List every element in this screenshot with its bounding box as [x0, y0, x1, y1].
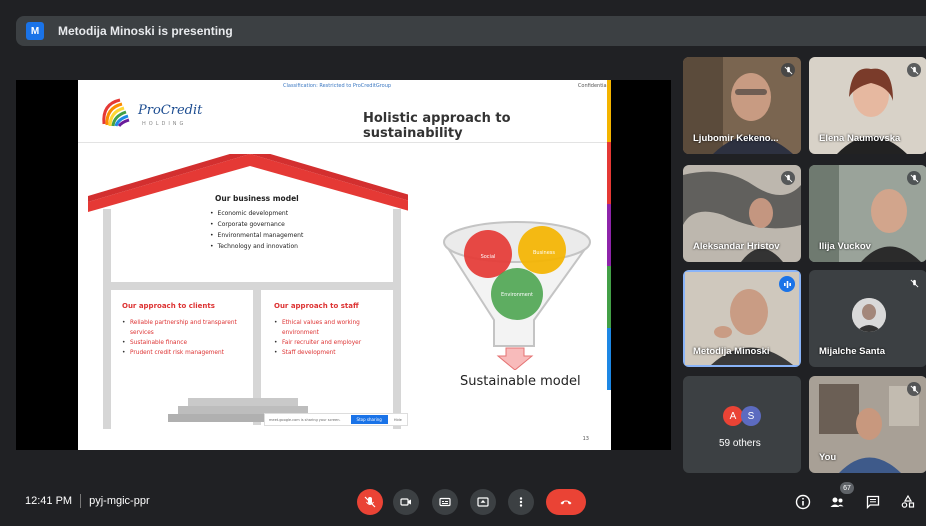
- participant-tile-active[interactable]: Metodija Minoski: [683, 270, 801, 367]
- clients-item: Reliable partnership and transparent ser…: [122, 318, 262, 338]
- meeting-code: pyj-mgic-ppr: [89, 495, 150, 507]
- others-avatars: A S: [723, 406, 761, 426]
- participant-name: You: [819, 452, 837, 463]
- shared-slide: Classification: Restricted to ProCreditG…: [78, 80, 611, 450]
- staff-item: Ethical values and working environment: [274, 318, 384, 338]
- participant-name: Mijalche Santa: [819, 346, 885, 357]
- present-screen-icon: [477, 497, 489, 507]
- funnel-diagram: Social Business Environment Sustainable …: [438, 220, 598, 420]
- circle-environment-label: Environment: [501, 292, 533, 298]
- presenter-title: Metodija Minoski is presenting: [58, 24, 233, 38]
- mic-off-icon: [907, 276, 921, 290]
- funnel-shape: Social Business Environment: [443, 221, 591, 371]
- down-arrow-icon: [496, 347, 534, 371]
- house-diagram: Our business model Economic development …: [88, 154, 408, 434]
- activities-button[interactable]: [899, 493, 917, 511]
- slide-page-number: 13: [582, 436, 589, 442]
- slide-color-bar: [607, 80, 611, 450]
- chat-icon: [866, 495, 880, 510]
- info-icon: [795, 494, 811, 510]
- circle-business-label: Business: [533, 250, 555, 256]
- stop-sharing-button[interactable]: Stop sharing: [350, 415, 388, 424]
- participant-name: Metodija Minoski: [693, 346, 770, 357]
- participant-name: Ilija Vuckov: [819, 241, 871, 252]
- slide-classification: Classification: Restricted to ProCreditG…: [283, 83, 392, 89]
- mic-off-icon: [781, 63, 795, 77]
- others-avatar: A: [723, 406, 743, 426]
- people-button[interactable]: [828, 493, 846, 511]
- procredit-logo: ProCredit HOLDING: [98, 94, 208, 132]
- mic-off-icon: [907, 63, 921, 77]
- staff-item: Fair recruiter and employer: [274, 338, 384, 348]
- presenter-avatar: M: [26, 22, 44, 40]
- clients-block: Our approach to clients Reliable partner…: [122, 302, 262, 358]
- others-count-label: 59 others: [719, 438, 761, 449]
- others-avatar: S: [741, 406, 761, 426]
- mic-toggle-button[interactable]: [357, 489, 383, 515]
- staff-block: Our approach to staff Ethical values and…: [274, 302, 384, 358]
- mic-off-icon: [907, 171, 921, 185]
- slide-confidential: Confidential: [577, 83, 608, 89]
- logo-subtitle: HOLDING: [142, 121, 187, 127]
- info-separator: [80, 494, 82, 508]
- presenter-banner: M Metodija Minoski is presenting: [16, 16, 926, 46]
- logo-name: ProCredit: [138, 103, 203, 118]
- business-model-item: Corporate governance: [210, 219, 368, 230]
- procredit-logo-icon: [102, 98, 130, 127]
- participant-tile[interactable]: Mijalche Santa: [809, 270, 926, 367]
- clients-item: Sustainable finance: [122, 338, 262, 348]
- business-model-title: Our business model: [215, 194, 299, 203]
- participant-name: Ljubomir Kekeno...: [693, 133, 779, 144]
- participant-name: Elena Naumovska: [819, 133, 901, 144]
- clients-title: Our approach to clients: [122, 302, 215, 310]
- participant-tile[interactable]: Elena Naumovska: [809, 57, 926, 154]
- funnel-caption: Sustainable model: [460, 374, 581, 389]
- screen-share-notice: meet.google.com is sharing your screen. …: [264, 413, 408, 426]
- chat-button[interactable]: [864, 493, 882, 511]
- business-model-block: Our business model Economic development …: [128, 194, 368, 252]
- more-options-button[interactable]: [508, 489, 534, 515]
- participant-tile[interactable]: Ljubomir Kekeno...: [683, 57, 801, 154]
- staff-title: Our approach to staff: [274, 302, 359, 310]
- mic-off-icon: [907, 382, 921, 396]
- business-model-item: Economic development: [210, 208, 368, 219]
- slide-divider: [78, 142, 611, 143]
- mic-off-icon: [781, 171, 795, 185]
- clients-item: Prudent credit risk management: [122, 348, 262, 358]
- camera-icon: [400, 498, 411, 506]
- self-tile[interactable]: You: [809, 376, 926, 473]
- business-model-item: Environmental management: [210, 230, 368, 241]
- slide-heading: Holistic approach to sustainability: [363, 111, 511, 141]
- circle-social-label: Social: [481, 254, 496, 260]
- current-time: 12:41 PM: [25, 495, 73, 507]
- meeting-info: 12:41 PM pyj-mgic-ppr: [25, 494, 150, 508]
- presentation-area[interactable]: Classification: Restricted to ProCreditG…: [16, 80, 671, 450]
- participant-tile[interactable]: Ilija Vuckov: [809, 165, 926, 262]
- participant-avatar: [852, 298, 886, 332]
- hang-up-icon: [560, 500, 572, 505]
- captions-icon: [439, 497, 451, 507]
- speaking-indicator-icon: [779, 276, 795, 292]
- leave-call-button[interactable]: [546, 489, 586, 515]
- camera-toggle-button[interactable]: [393, 489, 419, 515]
- staff-item: Staff development: [274, 348, 384, 358]
- activities-icon: [901, 494, 915, 508]
- participant-tile[interactable]: Aleksandar Hristov: [683, 165, 801, 262]
- captions-button[interactable]: [432, 489, 458, 515]
- people-icon: [830, 497, 844, 507]
- participant-name: Aleksandar Hristov: [693, 241, 780, 252]
- more-vert-icon: [519, 497, 523, 507]
- present-now-button[interactable]: [470, 489, 496, 515]
- bottom-control-bar: 12:41 PM pyj-mgic-ppr 67: [0, 480, 926, 526]
- hide-button[interactable]: Hide: [394, 418, 402, 422]
- mic-off-icon: [364, 496, 376, 508]
- meeting-details-button[interactable]: [794, 493, 812, 511]
- business-model-item: Technology and innovation: [210, 241, 368, 252]
- share-notice-text: meet.google.com is sharing your screen.: [269, 417, 341, 422]
- others-tile[interactable]: A S 59 others: [683, 376, 801, 473]
